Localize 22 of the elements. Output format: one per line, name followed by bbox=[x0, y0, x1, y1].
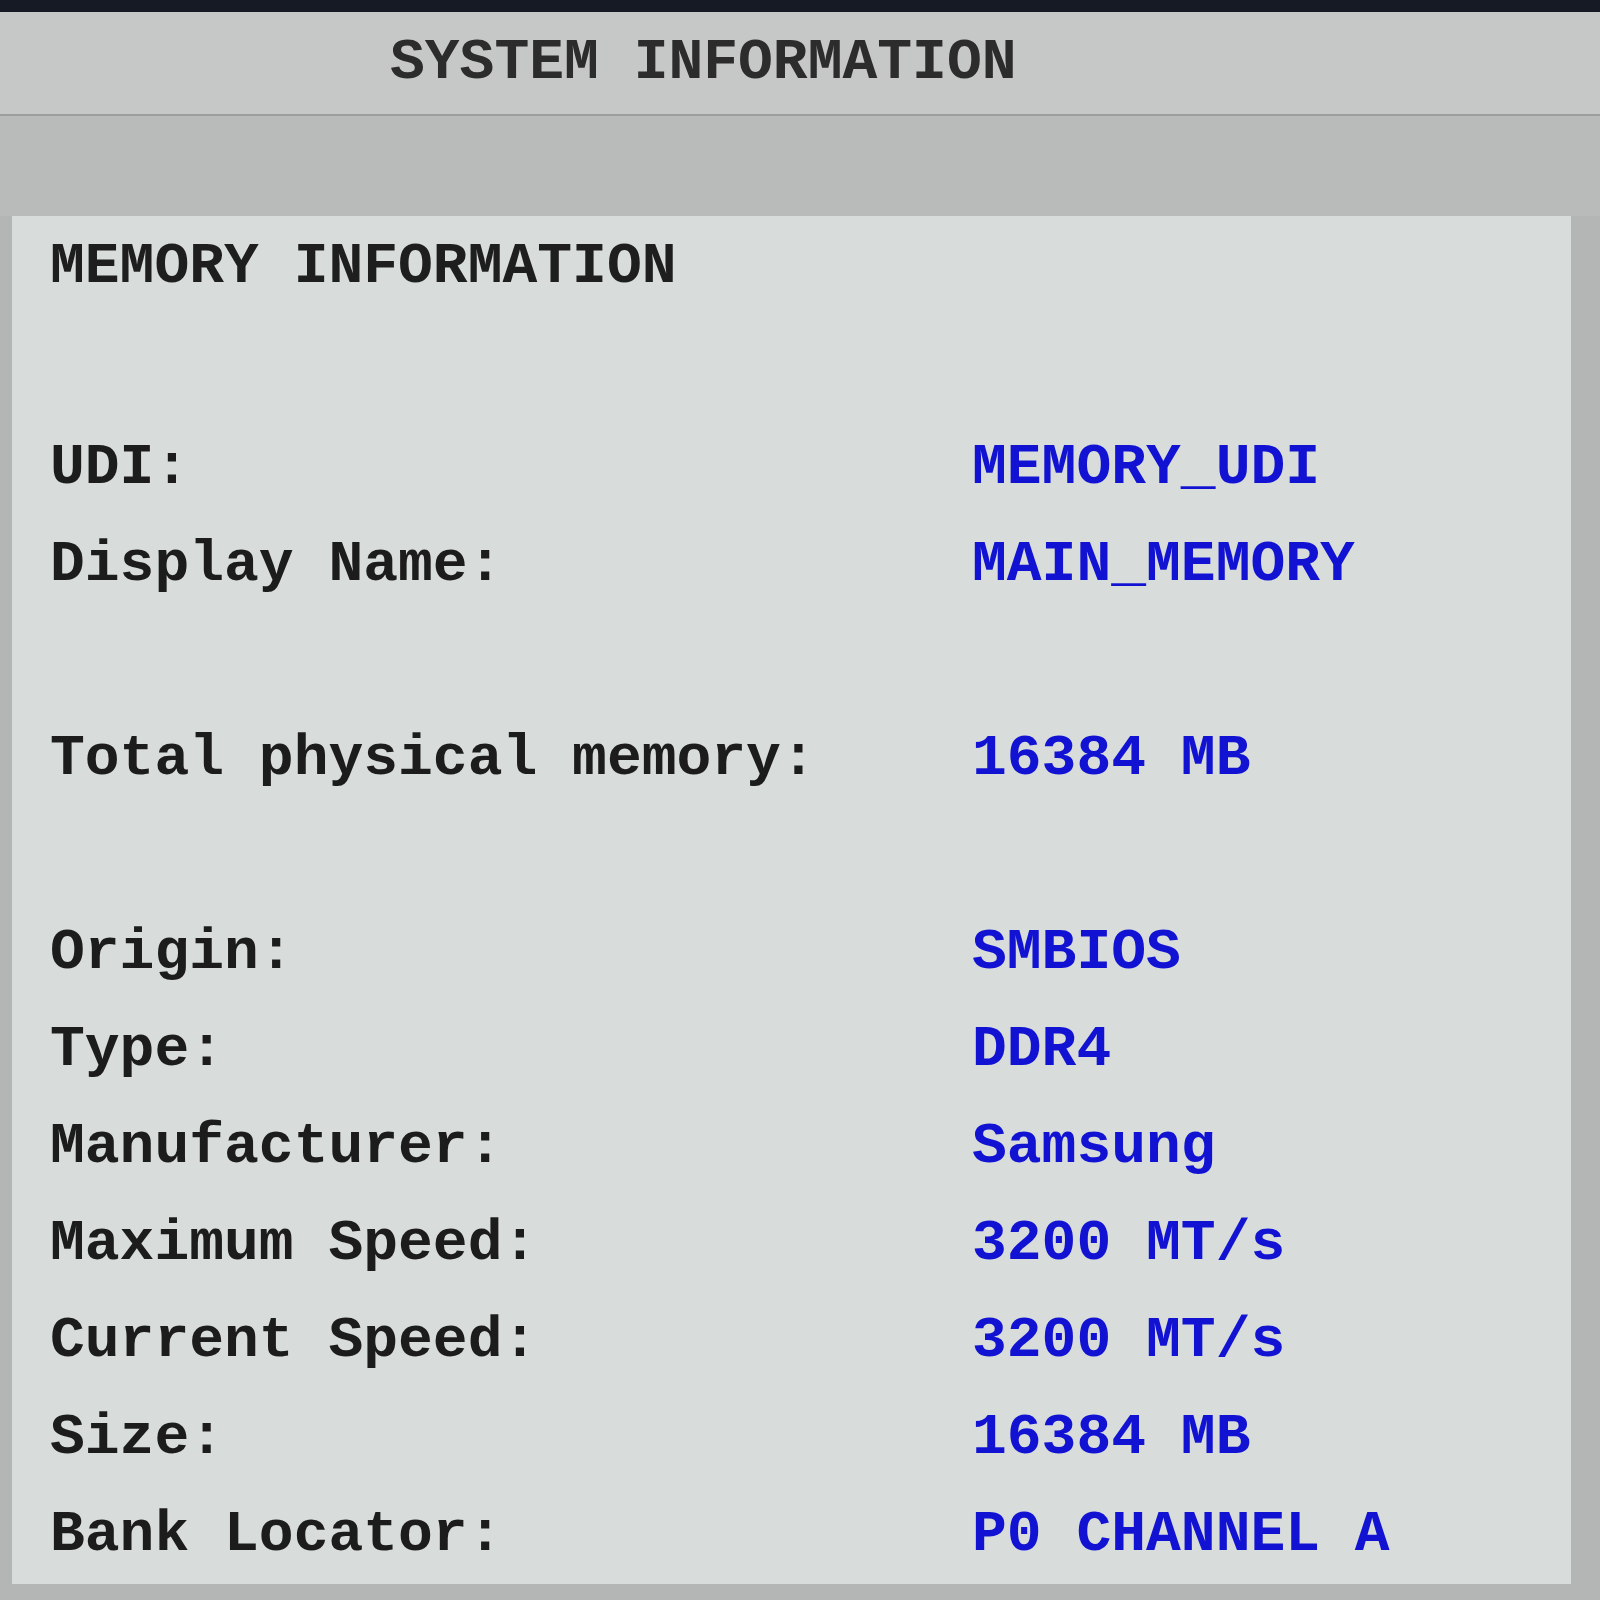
field-label: Manufacturer: bbox=[50, 1117, 503, 1176]
field-value: P0 CHANNEL A bbox=[972, 1505, 1390, 1564]
field-label: Bank Locator: bbox=[50, 1505, 503, 1564]
field-value: MAIN_MEMORY bbox=[972, 535, 1355, 594]
section-title: MEMORY INFORMATION bbox=[50, 238, 677, 296]
field-value: 3200 MT/s bbox=[972, 1311, 1286, 1370]
field-value: 16384 MB bbox=[972, 1408, 1251, 1467]
field-value: DDR4 bbox=[972, 1020, 1112, 1079]
field-label: UDI: bbox=[50, 438, 190, 497]
field-label: Type: bbox=[50, 1020, 225, 1079]
field-value: 16384 MB bbox=[972, 729, 1251, 788]
field-value: SMBIOS bbox=[972, 923, 1181, 982]
screen-title: SYSTEM INFORMATION bbox=[390, 34, 1017, 92]
field-value: 3200 MT/s bbox=[972, 1214, 1286, 1273]
field-label: Maximum Speed: bbox=[50, 1214, 538, 1273]
field-label: Current Speed: bbox=[50, 1311, 538, 1370]
field-label: Size: bbox=[50, 1408, 225, 1467]
field-label: Display Name: bbox=[50, 535, 503, 594]
field-value: Samsung bbox=[972, 1117, 1216, 1176]
field-label: Total physical memory: bbox=[50, 729, 816, 788]
field-value: MEMORY_UDI bbox=[972, 438, 1321, 497]
field-label: Origin: bbox=[50, 923, 294, 982]
